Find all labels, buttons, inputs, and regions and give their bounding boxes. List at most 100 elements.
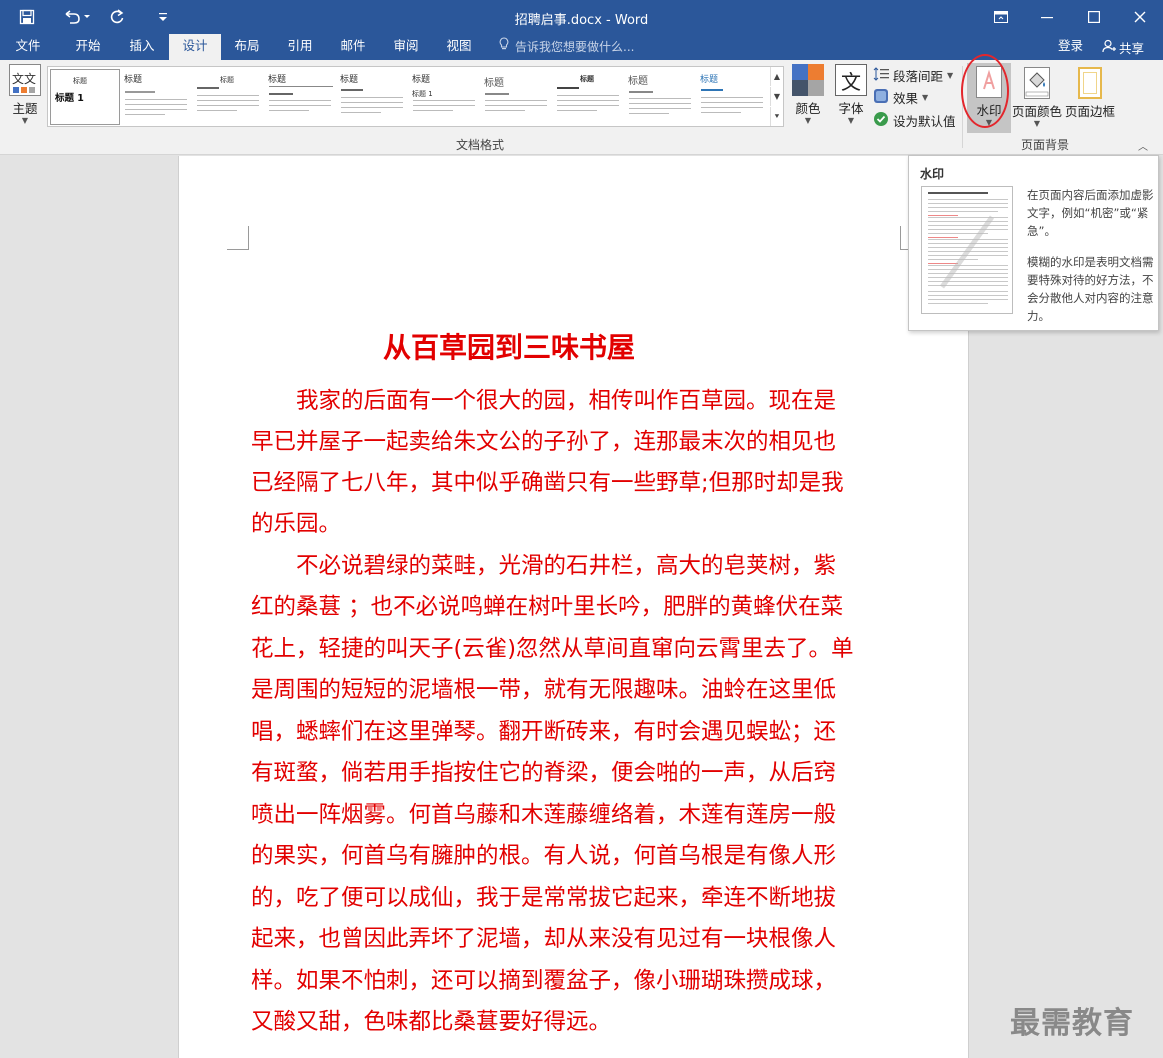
chevron-down-icon: ▼ <box>1033 119 1041 128</box>
style-set-heading: 标题 <box>124 75 143 85</box>
group-label-document-formatting: 文档格式 <box>455 138 504 152</box>
set-as-default-button[interactable]: 设为默认值 <box>873 111 956 130</box>
style-set-heading: 标题 <box>268 75 287 85</box>
tell-me-box[interactable]: 告诉我您想要做什么... <box>498 34 634 60</box>
gallery-more-icon[interactable]: ⯆ <box>770 107 783 126</box>
style-set-heading: 标题 <box>412 75 431 85</box>
save-icon[interactable] <box>14 0 40 34</box>
brand-watermark-text: 最需教育 <box>1010 1006 1134 1041</box>
effects-label: 效果 <box>893 91 919 106</box>
style-set-heading: 标题 <box>340 75 359 85</box>
effects-icon <box>873 88 889 107</box>
chevron-down-icon: ▼ <box>804 116 812 125</box>
themes-button[interactable]: 文文 主题 ▼ <box>6 64 44 125</box>
tab-design[interactable]: 设计 <box>169 34 221 60</box>
page-borders-icon <box>1078 67 1102 99</box>
checkmark-icon <box>873 111 889 130</box>
style-set-item[interactable]: 标题 <box>482 69 552 125</box>
style-set-item[interactable]: 标题 <box>122 69 192 125</box>
share-button[interactable]: 共享 <box>1096 34 1163 60</box>
tab-home[interactable]: 开始 <box>62 34 114 60</box>
set-as-default-label: 设为默认值 <box>893 114 956 129</box>
group-label-page-background: 页面背景 <box>1020 138 1069 152</box>
tooltip-title: 水印 <box>920 167 945 181</box>
style-set-item[interactable]: 标题 <box>554 69 624 125</box>
document-text-line: 已经隔了七八年，其中似乎确凿只有一些野草;但那时却是我 <box>251 470 844 496</box>
style-set-title: 标题 1 <box>55 93 84 104</box>
paragraph-spacing-icon <box>873 67 889 84</box>
chevron-down-icon: ▼ <box>847 116 855 125</box>
chevron-down-icon: ▼ <box>922 93 929 102</box>
fonts-button[interactable]: 文 字体 ▼ <box>832 64 870 125</box>
style-set-item[interactable]: 标题 标题 1 <box>410 69 480 125</box>
minimize-icon[interactable] <box>1024 0 1070 34</box>
page-borders-label: 页面边框 <box>1065 104 1116 119</box>
document-text-line: 不必说碧绿的菜畦，光滑的石井栏，高大的皂荚树，紫 <box>251 553 837 579</box>
paragraph-spacing-label: 段落间距 <box>893 69 944 84</box>
style-set-heading: 标题 <box>73 77 87 85</box>
page-color-button[interactable]: 页面颜色 ▼ <box>1012 64 1062 128</box>
style-set-heading: 标题 <box>484 78 504 89</box>
document-page[interactable]: 从百草园到三味书屋 我家的后面有一个很大的园，相传叫作百草园。现在是 早已并屋子… <box>178 156 969 1058</box>
fonts-label: 字体 <box>838 101 864 116</box>
tab-file[interactable]: 文件 <box>4 34 52 60</box>
gallery-scroll-down-icon[interactable]: ▼ <box>770 87 783 106</box>
fonts-icon: 文 <box>835 64 867 96</box>
title-bar: 招聘启事.docx - Word <box>0 0 1163 34</box>
share-person-icon <box>1102 39 1116 56</box>
themes-label: 主题 <box>12 101 38 116</box>
gallery-scroll-up-icon[interactable]: ▲ <box>770 67 783 86</box>
tell-me-text: 告诉我您想要做什么... <box>515 40 635 54</box>
page-color-icon <box>1024 67 1050 99</box>
style-set-item[interactable]: 标题 <box>266 69 336 125</box>
tab-view[interactable]: 视图 <box>433 34 485 60</box>
document-text-line: 又酸又甜，色味都比桑葚要好得远。 <box>251 1009 612 1035</box>
document-text-line: 红的桑葚 ；也不必说鸣蝉在树叶里长吟，肥胖的黄蜂伏在菜 <box>251 594 844 620</box>
collapse-ribbon-icon[interactable]: ︿ <box>1138 138 1148 153</box>
redo-icon[interactable] <box>106 0 128 34</box>
undo-icon[interactable] <box>56 0 96 34</box>
style-set-item[interactable]: 标题 <box>338 69 408 125</box>
colors-button[interactable]: 颜色 ▼ <box>789 64 827 125</box>
style-set-heading: 标题 <box>700 75 719 85</box>
style-set-item[interactable]: 标题 <box>698 69 768 125</box>
page-color-label: 页面颜色 <box>1012 104 1063 119</box>
watermark-preview-image <box>921 186 1013 314</box>
document-text-line: 是周围的短短的泥墙根一带，就有无限趣味。油蛉在这里低 <box>251 677 837 703</box>
ribbon-display-options-icon[interactable] <box>978 0 1024 34</box>
share-label: 共享 <box>1119 40 1145 56</box>
style-set-heading: 标题 <box>628 76 648 87</box>
style-set-item[interactable]: 标题 <box>194 69 264 125</box>
document-text-line: 有斑蝥，倘若用手指按住它的脊梁，便会啪的一声，从后窍 <box>251 760 837 786</box>
tab-layout[interactable]: 布局 <box>221 34 273 60</box>
theme-glyph: 文文 <box>12 72 37 86</box>
style-set-heading: 标题 <box>580 75 594 83</box>
paragraph-spacing-button[interactable]: 段落间距 ▼ <box>873 66 953 85</box>
colors-label: 颜色 <box>795 101 821 116</box>
customize-icon[interactable] <box>154 0 172 34</box>
lightbulb-icon <box>498 35 510 59</box>
tooltip-description-1: 在页面内容后面添加虚影文字，例如“机密”或“紧急”。 <box>1027 188 1154 238</box>
tab-references[interactable]: 引用 <box>274 34 326 60</box>
style-set-item[interactable]: 标题 <box>626 69 696 125</box>
page-borders-button[interactable]: 页面边框 <box>1065 64 1115 120</box>
login-link[interactable]: 登录 <box>1058 34 1083 60</box>
document-text-line: 样。如果不怕刺，还可以摘到覆盆子，像小珊瑚珠攒成球， <box>251 968 837 994</box>
tab-insert[interactable]: 插入 <box>116 34 168 60</box>
document-text-line: 的果实，何首乌有臃肿的根。有人说，何首乌根是有像人形 <box>251 843 837 869</box>
ribbon-design: 文文 主题 ▼ 标题 标题 1 标题 标题 标题 标题 标题 标题 1 标题 标… <box>0 54 1163 155</box>
close-icon[interactable] <box>1117 0 1163 34</box>
margin-corner-mark <box>227 226 249 250</box>
style-set-item[interactable]: 标题 标题 1 <box>50 69 120 125</box>
maximize-icon[interactable] <box>1071 0 1117 34</box>
chevron-down-icon: ▼ <box>947 71 954 80</box>
document-text-line: 的，吃了便可以成仙，我于是常常拔它起来，牵连不断地拔 <box>251 885 837 911</box>
document-text-line: 的乐园。 <box>251 511 342 537</box>
tooltip-description-2: 模糊的水印是表明文档需要特殊对待的好方法，不会分散他人对内容的注意力。 <box>1027 255 1154 323</box>
red-highlight-circle <box>961 54 1009 128</box>
tab-review[interactable]: 审阅 <box>380 34 432 60</box>
tab-mailings[interactable]: 邮件 <box>327 34 379 60</box>
document-heading: 从百草园到三味书屋 <box>382 331 635 364</box>
document-formatting-gallery[interactable]: 标题 标题 1 标题 标题 标题 标题 标题 标题 1 标题 标题 标题 标题 … <box>47 66 784 127</box>
effects-button[interactable]: 效果 ▼ <box>873 88 928 107</box>
